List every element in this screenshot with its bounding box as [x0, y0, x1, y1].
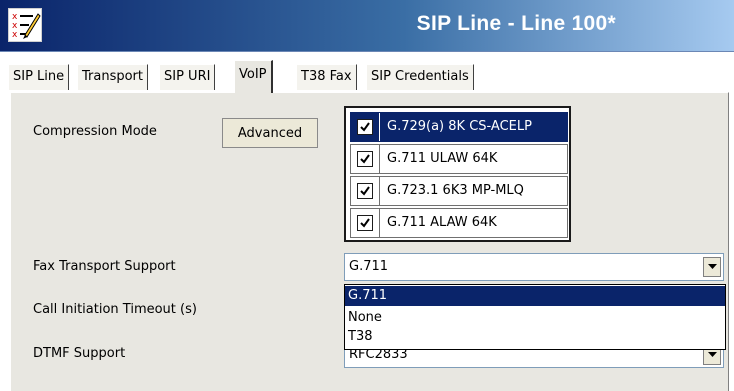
codec-checkbox[interactable]: [357, 215, 373, 231]
dropdown-option-none[interactable]: None: [345, 308, 725, 328]
checkmark-icon: [360, 186, 370, 196]
svg-text:x: x: [12, 30, 18, 40]
dropdown-option-g711[interactable]: G.711: [345, 286, 725, 306]
window-title: SIP Line - Line 100*: [416, 12, 616, 35]
dropdown-option-t38[interactable]: T38: [345, 327, 725, 347]
checkmark-icon: [360, 218, 370, 228]
title-bar: x x x SIP Line - Line 100*: [0, 0, 734, 52]
config-edit-icon: x x x: [8, 8, 42, 42]
advanced-button-label: Advanced: [237, 125, 303, 141]
compression-mode-label: Compression Mode: [33, 124, 157, 139]
row-divider: [379, 177, 380, 205]
checkmark-icon: [360, 122, 370, 132]
dropdown-arrow-icon[interactable]: [703, 257, 721, 277]
checkmark-icon: [360, 154, 370, 164]
codec-checkbox[interactable]: [357, 183, 373, 199]
row-divider: [379, 209, 380, 237]
row-divider: [379, 145, 380, 173]
codec-label: G.729(a) 8K CS-ACELP: [387, 119, 532, 134]
codec-list[interactable]: G.729(a) 8K CS-ACELP G.711 ULAW 64K G.72…: [344, 106, 571, 242]
fax-transport-label: Fax Transport Support: [33, 259, 176, 274]
fax-transport-dropdown[interactable]: G.711 None T38: [344, 284, 726, 350]
codec-checkbox[interactable]: [357, 151, 373, 167]
advanced-button[interactable]: Advanced: [222, 118, 318, 148]
dtmf-support-label: DTMF Support: [33, 346, 126, 361]
codec-label: G.711 ULAW 64K: [387, 151, 498, 166]
tab-sip-credentials[interactable]: SIP Credentials: [366, 64, 474, 90]
tab-sip-uri[interactable]: SIP URI: [159, 64, 216, 90]
codec-row-g723[interactable]: G.723.1 6K3 MP-MLQ: [350, 176, 568, 206]
fax-transport-value: G.711: [349, 259, 389, 274]
fax-transport-select[interactable]: G.711: [344, 253, 724, 281]
codec-row-g729[interactable]: G.729(a) 8K CS-ACELP: [350, 112, 568, 142]
codec-label: G.723.1 6K3 MP-MLQ: [387, 183, 524, 198]
codec-label: G.711 ALAW 64K: [387, 215, 497, 230]
codec-checkbox[interactable]: [357, 119, 373, 135]
tab-t38-fax[interactable]: T38 Fax: [296, 64, 357, 90]
tab-voip[interactable]: VoIP: [234, 60, 273, 93]
tab-transport[interactable]: Transport: [77, 64, 149, 90]
tab-sip-line[interactable]: SIP Line: [8, 64, 70, 90]
codec-row-g711-alaw[interactable]: G.711 ALAW 64K: [350, 208, 568, 238]
call-initiation-timeout-label: Call Initiation Timeout (s): [33, 302, 197, 317]
codec-row-g711-ulaw[interactable]: G.711 ULAW 64K: [350, 144, 568, 174]
row-divider: [379, 113, 380, 141]
